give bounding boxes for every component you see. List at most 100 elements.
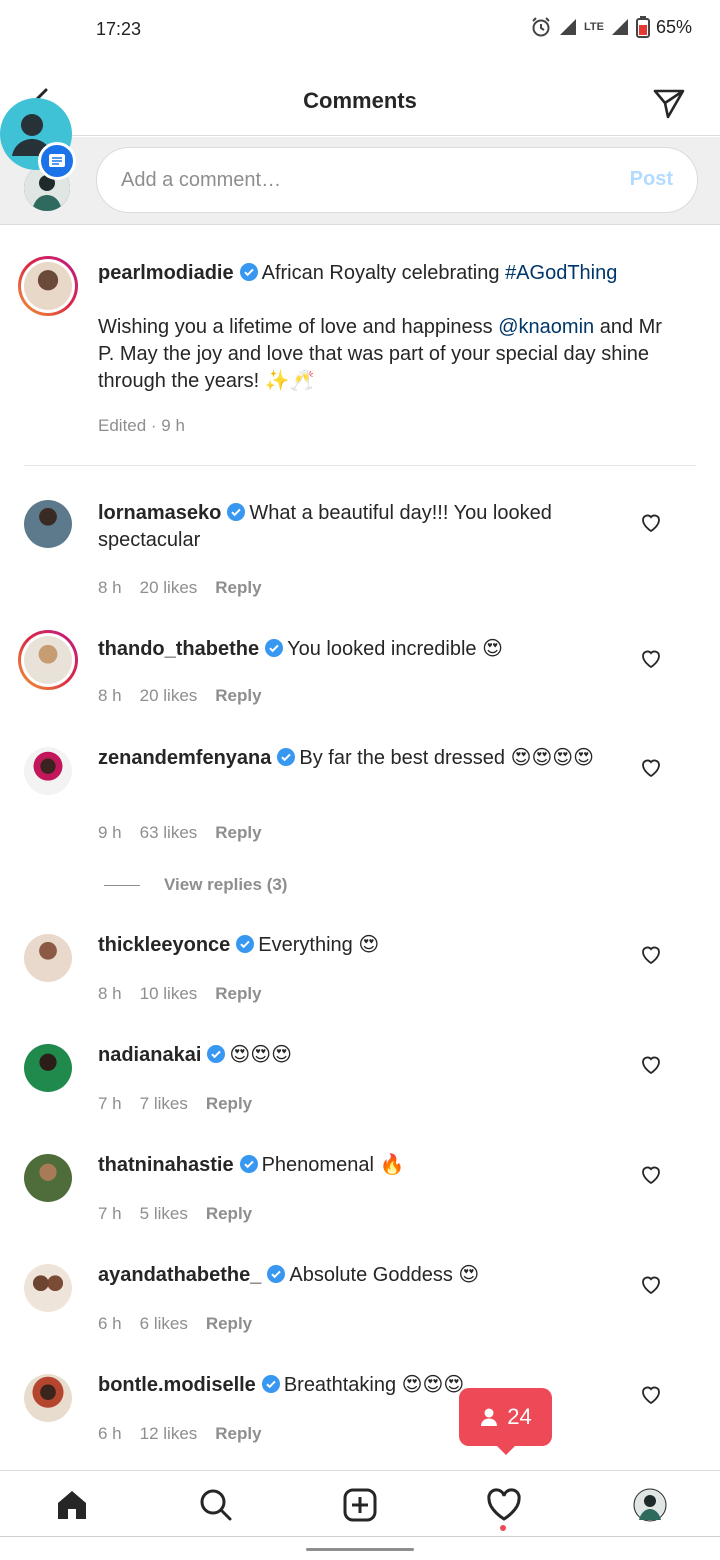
comment-text: zenandemfenyana By far the best dressed 😍… [98, 745, 608, 772]
comment-avatar[interactable] [24, 1374, 72, 1422]
comment-body: Phenomenal 🔥 [261, 1154, 405, 1176]
comment-username[interactable]: thando_thabethe [98, 638, 259, 660]
verified-badge-icon [277, 748, 296, 766]
heart-outline-icon[interactable] [640, 757, 662, 779]
reply-button[interactable]: Reply [215, 984, 261, 1004]
caption-text: pearlmodiadie African Royalty celebrating… [98, 260, 678, 395]
comment-username[interactable]: bontle.modiselle [98, 1374, 256, 1396]
activity-notification-pill[interactable]: 24 [459, 1388, 552, 1455]
verified-badge-icon [267, 1265, 286, 1283]
chat-head-bubble[interactable] [0, 98, 76, 180]
view-replies-label[interactable]: View replies (3) [164, 875, 287, 895]
comment-avatar[interactable] [24, 1044, 72, 1092]
comment-time: 8 h [98, 578, 122, 597]
nav-profile[interactable] [630, 1485, 670, 1525]
heart-outline-icon[interactable] [640, 512, 662, 534]
comment-username[interactable]: nadianakai [98, 1044, 201, 1066]
heart-outline-icon[interactable] [640, 648, 662, 670]
comment-likes[interactable]: 5 likes [140, 1204, 188, 1224]
verified-badge-icon [236, 935, 255, 953]
verified-badge-icon [265, 639, 284, 657]
comment-avatar[interactable] [18, 630, 78, 690]
heart-outline-icon[interactable] [640, 1384, 662, 1406]
comment-meta: 7 h 7 likes Reply [98, 1094, 252, 1114]
comment-username[interactable]: ayandathabethe_ [98, 1264, 261, 1286]
view-replies-button[interactable]: View replies (3) [104, 875, 287, 895]
comment-avatar[interactable] [24, 500, 72, 548]
comment-likes[interactable]: 6 likes [140, 1314, 188, 1334]
caption-line1: African Royalty celebrating [261, 262, 506, 284]
comment-compose-bar: Post [0, 137, 720, 225]
search-icon [200, 1489, 232, 1521]
caption-meta: Edited · 9 h [98, 416, 185, 435]
home-indicator[interactable] [306, 1548, 414, 1551]
mention-link[interactable]: @knaomin [498, 316, 594, 338]
verified-badge-icon [227, 503, 246, 521]
comment-text: thando_thabethe You looked incredible 😍 [98, 636, 608, 663]
comment-avatar[interactable] [24, 934, 72, 982]
nav-activity[interactable] [484, 1485, 524, 1525]
comment-meta: 8 h 20 likes Reply [98, 686, 262, 706]
comment-avatar[interactable] [24, 747, 72, 795]
comment-meta: 7 h 5 likes Reply [98, 1204, 252, 1224]
heart-outline-icon[interactable] [640, 1164, 662, 1186]
reply-button[interactable]: Reply [206, 1204, 252, 1224]
comment-body: You looked incredible 😍 [287, 638, 503, 660]
comment-avatar[interactable] [24, 1154, 72, 1202]
nav-separator [0, 1536, 720, 1537]
comment-username[interactable]: thatninahastie [98, 1154, 234, 1176]
hashtag-link[interactable]: #AGodThing [505, 262, 617, 284]
reply-button[interactable]: Reply [215, 578, 261, 598]
status-icons: LTE 65% [530, 16, 692, 38]
comment-time: 6 h [98, 1424, 122, 1443]
comment-text: thatninahastie Phenomenal 🔥 [98, 1152, 608, 1179]
status-time: 17:23 [96, 19, 142, 39]
comment-body: Everything 😍 [258, 934, 380, 956]
verified-badge-icon [239, 263, 258, 281]
comment-likes[interactable]: 63 likes [140, 823, 198, 843]
comment-input[interactable] [121, 148, 601, 212]
comment-body: 😍😍😍 [229, 1044, 292, 1066]
comment-username[interactable]: zenandemfenyana [98, 747, 271, 769]
heart-outline-icon[interactable] [640, 944, 662, 966]
replies-line [104, 884, 140, 886]
comment-time: 9 h [98, 823, 122, 842]
reply-button[interactable]: Reply [215, 823, 261, 843]
notification-count: 24 [507, 1404, 532, 1429]
nav-search[interactable] [196, 1485, 236, 1525]
heart-outline-icon[interactable] [640, 1274, 662, 1296]
direct-send-icon[interactable] [652, 86, 686, 120]
comment-username[interactable]: lornamaseko [98, 502, 221, 524]
signal-icon-2 [611, 19, 628, 35]
comment-text: thickleeyonce Everything 😍 [98, 932, 608, 959]
heart-icon [487, 1488, 521, 1521]
comment-text: lornamaseko What a beautiful day!!! You l… [98, 500, 608, 554]
comment-body: Breathtaking 😍😍😍 [283, 1374, 465, 1396]
verified-badge-icon [261, 1375, 280, 1393]
comment-likes[interactable]: 10 likes [140, 984, 198, 1004]
reply-button[interactable]: Reply [215, 686, 261, 706]
comment-likes[interactable]: 7 likes [140, 1094, 188, 1114]
caption-username[interactable]: pearlmodiadie [98, 262, 234, 284]
caption-avatar[interactable] [18, 256, 78, 316]
reply-button[interactable]: Reply [206, 1094, 252, 1114]
activity-dot [500, 1525, 506, 1531]
battery-icon [635, 16, 650, 38]
post-button[interactable]: Post [630, 168, 673, 191]
comment-likes[interactable]: 12 likes [140, 1424, 198, 1444]
comment-username[interactable]: thickleeyonce [98, 934, 230, 956]
status-bar: 17:23 LTE 65% [0, 0, 720, 60]
heart-outline-icon[interactable] [640, 1054, 662, 1076]
pill-tail [496, 1445, 516, 1455]
nav-add[interactable] [340, 1485, 380, 1525]
comment-likes[interactable]: 20 likes [140, 686, 198, 706]
comment-time: 6 h [98, 1314, 122, 1333]
reply-button[interactable]: Reply [206, 1314, 252, 1334]
alarm-icon [532, 17, 550, 37]
nav-home[interactable] [52, 1485, 92, 1525]
comment-avatar[interactable] [24, 1264, 72, 1312]
reply-button[interactable]: Reply [215, 1424, 261, 1444]
comment-input-wrapper: Post [96, 147, 698, 213]
comment-meta: 8 h 20 likes Reply [98, 578, 262, 598]
comment-likes[interactable]: 20 likes [140, 578, 198, 598]
